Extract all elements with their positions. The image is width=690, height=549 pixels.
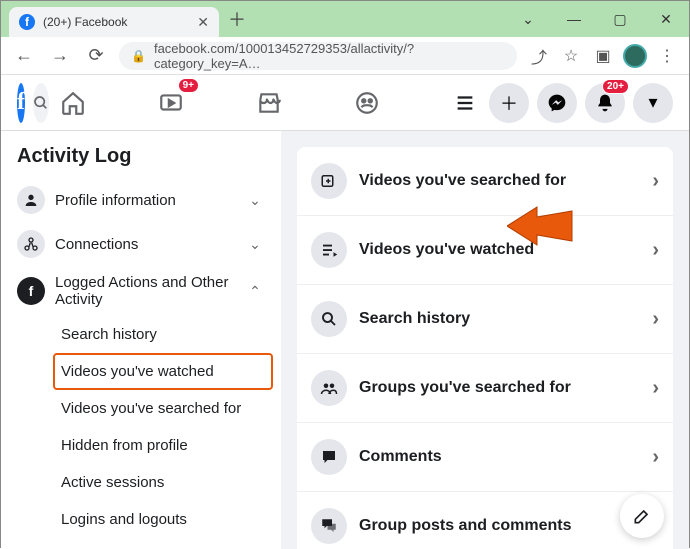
sidebar-sub-active-sessions[interactable]: Active sessions	[53, 464, 273, 501]
window-minimize-button[interactable]: —	[551, 1, 597, 37]
messenger-icon[interactable]	[537, 83, 577, 123]
chat-bubble-icon	[311, 439, 347, 475]
sidebar-sub-videos-searched[interactable]: Videos you've searched for	[53, 390, 273, 427]
magnify-icon	[311, 301, 347, 337]
omnibox[interactable]: 🔒 facebook.com/100013452729353/allactivi…	[119, 42, 517, 70]
compose-fab-button[interactable]	[620, 494, 664, 538]
tab-close-icon[interactable]: ✕	[197, 14, 209, 31]
url-text: facebook.com/100013452729353/allactivity…	[154, 41, 505, 71]
home-icon[interactable]	[49, 82, 97, 124]
extension-icon[interactable]: ▣	[591, 44, 615, 68]
account-dropdown-button[interactable]: ▾	[633, 83, 673, 123]
marketplace-icon[interactable]	[245, 82, 293, 124]
sidebar-item-logged-actions[interactable]: f Logged Actions and Other Activity ⌃	[9, 266, 273, 316]
chevron-right-icon: ›	[652, 377, 659, 400]
sidebar-sub-search-history[interactable]: Search history	[53, 316, 273, 353]
row-groups-searched[interactable]: Groups you've searched for ›	[297, 354, 673, 423]
groups-icon[interactable]	[343, 82, 391, 124]
sidebar-item-label: Connections	[55, 236, 235, 253]
sidebar-item-label: Profile information	[55, 192, 235, 209]
profile-avatar[interactable]	[623, 44, 647, 68]
window-maximize-button[interactable]: ▢	[597, 1, 643, 37]
row-label: Comments	[359, 448, 640, 466]
row-videos-searched[interactable]: Videos you've searched for ›	[297, 147, 673, 216]
share-icon[interactable]: ⤴	[527, 44, 551, 68]
video-add-icon	[311, 163, 347, 199]
notifications-bell-icon[interactable]: 20+	[585, 83, 625, 123]
browser-tab[interactable]: f (20+) Facebook ✕	[9, 7, 219, 37]
browser-menu-icon[interactable]: ⋮	[655, 44, 679, 68]
row-label: Videos you've searched for	[359, 172, 640, 190]
row-label: Videos you've watched	[359, 241, 640, 259]
fb-search-button[interactable]	[33, 83, 49, 123]
sidebar-sub-videos-watched[interactable]: Videos you've watched	[53, 353, 273, 390]
page-title: Activity Log	[9, 141, 273, 178]
row-search-history[interactable]: Search history ›	[297, 285, 673, 354]
chevron-down-icon: ⌄	[245, 236, 265, 253]
chevron-down-icon: ⌄	[245, 192, 265, 209]
facebook-logo[interactable]: f	[17, 83, 25, 123]
row-label: Search history	[359, 310, 640, 328]
row-label: Groups you've searched for	[359, 379, 640, 397]
nav-reload-button[interactable]: ⟳	[83, 43, 109, 69]
row-label: Group posts and comments	[359, 517, 640, 535]
row-comments[interactable]: Comments ›	[297, 423, 673, 492]
nav-back-button[interactable]: ←	[11, 43, 37, 69]
chevron-right-icon: ›	[652, 239, 659, 262]
person-icon	[17, 186, 45, 214]
group-chat-icon	[311, 508, 347, 544]
row-videos-watched[interactable]: Videos you've watched ›	[297, 216, 673, 285]
people-icon	[311, 370, 347, 406]
play-list-icon	[311, 232, 347, 268]
window-dropdown-icon[interactable]: ⌄	[505, 1, 551, 37]
window-close-button[interactable]: ✕	[643, 1, 689, 37]
watch-badge: 9+	[178, 78, 199, 93]
lock-icon: 🔒	[131, 49, 146, 63]
connections-icon	[17, 230, 45, 258]
bookmark-star-icon[interactable]: ☆	[559, 44, 583, 68]
sidebar: Activity Log Profile information ⌄ Conne…	[1, 131, 281, 549]
sidebar-item-profile-info[interactable]: Profile information ⌄	[9, 178, 273, 222]
sidebar-sub-groups-searched[interactable]: Groups you've searched for	[53, 538, 273, 549]
main-panel: Videos you've searched for › Videos you'…	[281, 131, 689, 549]
sidebar-item-label: Logged Actions and Other Activity	[55, 274, 235, 308]
chevron-right-icon: ›	[652, 308, 659, 331]
watch-icon[interactable]: 9+	[147, 82, 195, 124]
row-group-posts[interactable]: Group posts and comments ›	[297, 492, 673, 549]
new-tab-button[interactable]: ＋	[223, 5, 251, 33]
sidebar-item-connections[interactable]: Connections ⌄	[9, 222, 273, 266]
tab-title: (20+) Facebook	[43, 15, 189, 29]
chevron-right-icon: ›	[652, 446, 659, 469]
notifications-badge: 20+	[602, 79, 629, 94]
facebook-small-icon: f	[17, 277, 45, 305]
activity-list-card: Videos you've searched for › Videos you'…	[297, 147, 673, 549]
chevron-up-icon: ⌃	[245, 283, 265, 300]
chevron-right-icon: ›	[652, 170, 659, 193]
favicon-facebook: f	[19, 14, 35, 30]
create-plus-button[interactable]: ＋	[489, 83, 529, 123]
nav-forward-button[interactable]: →	[47, 43, 73, 69]
sidebar-sub-logins-logouts[interactable]: Logins and logouts	[53, 501, 273, 538]
hamburger-menu-icon[interactable]	[441, 82, 489, 124]
sidebar-sub-hidden-profile[interactable]: Hidden from profile	[53, 427, 273, 464]
